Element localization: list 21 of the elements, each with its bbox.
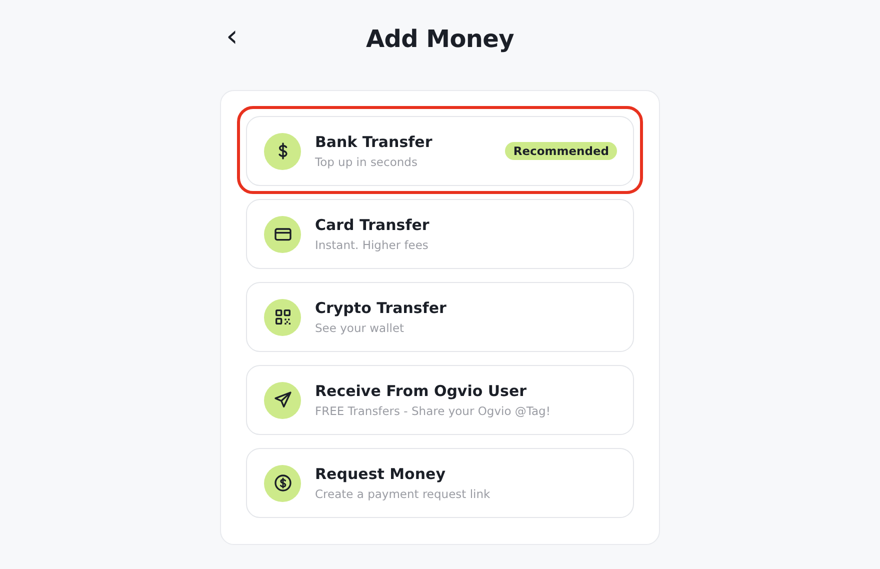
page-title: Add Money	[366, 24, 514, 55]
option-title: Bank Transfer	[315, 132, 434, 153]
option-title: Request Money	[315, 464, 446, 485]
recommended-badge: Recommended	[505, 142, 617, 160]
payment-option[interactable]: Bank Transfer Top up in seconds Recommended	[246, 116, 634, 186]
option-title: Crypto Transfer	[315, 298, 448, 319]
option-subtitle: Instant. Higher fees	[315, 237, 430, 254]
qr-code-icon	[272, 307, 292, 327]
payment-option[interactable]: Receive From Ogvio User FREE Transfers - Share your Ogvio @Tag!	[246, 365, 634, 435]
option-subtitle: Top up in seconds	[315, 154, 418, 171]
payment-option[interactable]: Crypto Transfer See your wallet	[246, 282, 634, 352]
option-subtitle: See your wallet	[315, 320, 406, 337]
paper-plane-icon	[272, 390, 292, 410]
payment-option[interactable]: Request Money Create a payment request link	[246, 448, 634, 518]
option-subtitle: FREE Transfers - Share your Ogvio @Tag!	[315, 403, 552, 420]
dollar-coin-icon	[272, 473, 292, 493]
option-title: Card Transfer	[315, 215, 430, 236]
option-subtitle: Create a payment request link	[315, 486, 492, 503]
option-title: Receive From Ogvio User	[315, 381, 528, 402]
payment-option[interactable]: Card Transfer Instant. Higher fees	[246, 199, 634, 269]
back-button[interactable]: ‹	[220, 20, 244, 54]
